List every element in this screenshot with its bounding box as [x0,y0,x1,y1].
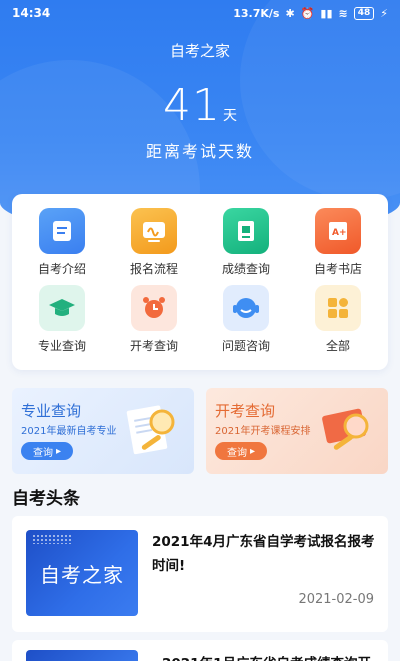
grade-book-icon: A+ [315,208,361,254]
countdown: 41 天 [0,80,400,131]
alarm-clock-icon [131,285,177,331]
news-thumbnail [26,650,138,661]
days-remaining: 41 [163,80,221,131]
news-title: 2021年4月广东省自学考试报名报考时间! [152,534,375,574]
banner-subtitle: 2021年最新自考专业 [21,426,117,437]
status-time: 14:34 [12,6,51,20]
grid-label: 成绩查询 [221,262,270,276]
banner-title: 专业查询 [21,402,82,420]
dot-pattern [32,534,72,544]
grid-item-scores[interactable]: 成绩查询 [200,208,292,285]
document-magnifier-icon [126,405,175,455]
bluetooth-icon: ✱ [285,6,295,20]
grid-item-intro[interactable]: 自考介绍 [16,208,108,285]
banner-title: 开考查询 [215,402,276,420]
grid-item-all[interactable]: 全部 [292,285,384,362]
banner-major-search[interactable]: 专业查询 2021年最新自考专业 查询 ▸ [12,388,194,474]
grid-label: 问题咨询 [221,339,270,353]
app-title: 自考之家 [169,42,230,60]
status-icons: 13.7K/s ✱ ⏰ ▮▮ ≋ 48 ⚡ [233,6,388,20]
battery-indicator: 48 [353,6,375,20]
promo-banners: 专业查询 2021年最新自考专业 查询 ▸ 开考查询 2021年开考课程安排 查询… [12,388,388,474]
graduation-cap-icon [39,285,85,331]
banner-button-label: 查询 [226,447,247,459]
ticket-magnifier-icon [322,408,369,450]
grid-item-registration[interactable]: 报名流程 [108,208,200,285]
news-item[interactable]: 自考之家 2021年4月广东省自学考试报名报考时间! 2021-02-09 [12,516,388,632]
signal-icon: ▮▮ [320,6,333,20]
grid-label: 全部 [325,339,350,353]
news-item[interactable]: 2021年1月广东省自考成绩查询开 [12,640,388,661]
charging-icon: ⚡ [380,6,388,20]
grid-label: 自考书店 [313,262,362,276]
status-bar: 14:34 13.7K/s ✱ ⏰ ▮▮ ≋ 48 ⚡ [0,0,400,26]
news-section-title: 自考头条 [12,489,80,509]
document-icon [39,208,85,254]
banner-exam-schedule[interactable]: 开考查询 2021年开考课程安排 查询 ▸ [206,388,388,474]
headset-icon [223,285,269,331]
svg-text:A+: A+ [332,228,347,238]
days-unit: 天 [223,108,237,124]
grid-label: 自考介绍 [37,262,86,276]
grid-item-exam-schedule[interactable]: 开考查询 [108,285,200,362]
all-apps-icon [315,285,361,331]
countdown-label: 距离考试天数 [145,142,254,161]
banner-query-button[interactable]: 查询 ▸ [21,442,73,460]
news-thumbnail: 自考之家 [26,530,138,616]
book-icon [223,208,269,254]
grid-item-majors[interactable]: 专业查询 [16,285,108,362]
news-thumbnail-text: 自考之家 [40,562,124,587]
grid-label: 专业查询 [37,339,86,353]
news-date: 2021-02-09 [298,592,374,607]
banner-subtitle: 2021年开考课程安排 [215,426,311,437]
feature-grid: 自考介绍 报名流程 成绩查询 A+ 自考书店 专业查询 开考查询 问题咨询 全部 [12,194,388,370]
banner-query-button[interactable]: 查询 ▸ [215,442,267,460]
signature-icon [131,208,177,254]
triangle-right-icon: ▸ [55,445,62,457]
banner-button-label: 查询 [32,447,53,459]
triangle-right-icon: ▸ [249,445,256,457]
alarm-icon: ⏰ [300,6,315,20]
grid-label: 开考查询 [129,339,178,353]
net-speed: 13.7K/s [233,6,280,20]
wifi-icon: ≋ [338,6,348,20]
news-title: 2021年1月广东省自考成绩查询开 [162,652,371,661]
grid-item-bookstore[interactable]: A+ 自考书店 [292,208,384,285]
grid-label: 报名流程 [129,262,178,276]
grid-item-consult[interactable]: 问题咨询 [200,285,292,362]
